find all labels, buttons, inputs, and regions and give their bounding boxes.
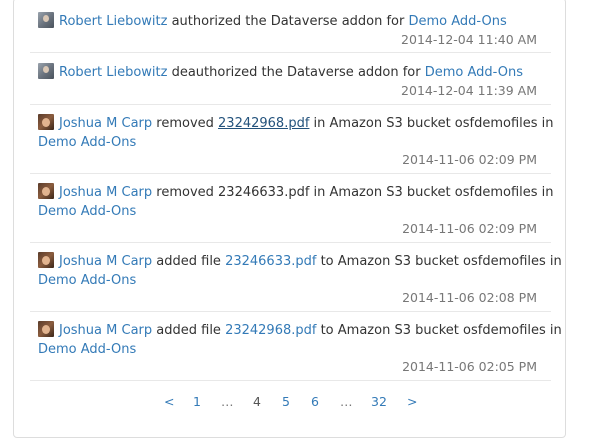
page-link-5[interactable]: 5 bbox=[282, 392, 290, 412]
project-link[interactable]: Demo Add-Ons bbox=[38, 342, 136, 357]
file-link[interactable]: 23246633.pdf bbox=[225, 254, 316, 269]
log-text: Joshua M Carp added file 23242968.pdf to… bbox=[38, 321, 562, 340]
log-text-cont: Demo Add-Ons bbox=[38, 202, 539, 221]
log-item: Joshua M Carp removed 23242968.pdf in Am… bbox=[30, 105, 554, 174]
user-avatar-icon[interactable] bbox=[38, 12, 54, 28]
log-action: added file bbox=[152, 323, 226, 338]
page-link-32[interactable]: 32 bbox=[371, 392, 387, 412]
user-link[interactable]: Joshua M Carp bbox=[59, 254, 152, 269]
user-avatar-icon[interactable] bbox=[38, 114, 54, 130]
log-text: Robert Liebowitz deauthorized the Datave… bbox=[38, 63, 539, 82]
log-action: to Amazon S3 bucket osfdemofiles in bbox=[316, 254, 562, 269]
log-action: removed 23246633.pdf in Amazon S3 bucket… bbox=[152, 185, 554, 200]
next-page-button[interactable]: > bbox=[407, 392, 417, 412]
pagination-ellipsis: … bbox=[221, 394, 234, 409]
page-link-6[interactable]: 6 bbox=[311, 392, 319, 412]
prev-page-button[interactable]: < bbox=[164, 392, 174, 412]
user-avatar-icon[interactable] bbox=[38, 321, 54, 337]
timestamp: 2014-11-06 02:09 PM bbox=[402, 221, 537, 236]
timestamp: 2014-12-04 11:40 AM bbox=[401, 32, 537, 47]
log-item: Joshua M Carp added file 23242968.pdf to… bbox=[30, 312, 562, 381]
log-text: Joshua M Carp removed 23242968.pdf in Am… bbox=[38, 114, 554, 133]
timestamp: 2014-12-04 11:39 AM bbox=[401, 83, 537, 98]
user-link[interactable]: Robert Liebowitz bbox=[59, 65, 167, 80]
file-link[interactable]: 23242968.pdf bbox=[218, 116, 309, 131]
log-text-cont: Demo Add-Ons bbox=[38, 340, 539, 359]
log-item: Robert Liebowitz deauthorized the Datave… bbox=[30, 53, 551, 105]
log-action: in Amazon S3 bucket osfdemofiles in bbox=[309, 116, 554, 131]
project-link[interactable]: Demo Add-Ons bbox=[38, 273, 136, 288]
log-action: removed bbox=[152, 116, 219, 131]
user-avatar-icon[interactable] bbox=[38, 252, 54, 268]
pagination-ellipsis: … bbox=[340, 394, 353, 409]
log-text: Joshua M Carp removed 23246633.pdf in Am… bbox=[38, 183, 554, 202]
log-text: Joshua M Carp added file 23246633.pdf to… bbox=[38, 252, 562, 271]
timestamp: 2014-11-06 02:08 PM bbox=[402, 290, 537, 305]
project-link[interactable]: Demo Add-Ons bbox=[425, 65, 523, 80]
log-action: added file bbox=[152, 254, 226, 269]
user-avatar-icon[interactable] bbox=[38, 183, 54, 199]
page-link-1[interactable]: 1 bbox=[193, 392, 201, 412]
log-action: deauthorized the Dataverse addon for bbox=[167, 65, 425, 80]
project-link[interactable]: Demo Add-Ons bbox=[38, 204, 136, 219]
file-link[interactable]: 23242968.pdf bbox=[225, 323, 316, 338]
pagination: < 1 … 4 5 6 … 32 > bbox=[0, 392, 597, 412]
project-link[interactable]: Demo Add-Ons bbox=[409, 14, 507, 29]
log-text-cont: Demo Add-Ons bbox=[38, 271, 539, 290]
log-action: authorized the Dataverse addon for bbox=[167, 14, 409, 29]
log-text: Robert Liebowitz authorized the Datavers… bbox=[38, 12, 539, 31]
timestamp: 2014-11-06 02:05 PM bbox=[402, 359, 537, 374]
log-item: Robert Liebowitz authorized the Datavers… bbox=[30, 8, 551, 53]
user-link[interactable]: Joshua M Carp bbox=[59, 185, 152, 200]
user-link[interactable]: Joshua M Carp bbox=[59, 323, 152, 338]
user-link[interactable]: Joshua M Carp bbox=[59, 116, 152, 131]
timestamp: 2014-11-06 02:09 PM bbox=[402, 152, 537, 167]
log-item: Joshua M Carp added file 23246633.pdf to… bbox=[30, 243, 562, 312]
log-item: Joshua M Carp removed 23246633.pdf in Am… bbox=[30, 174, 554, 243]
user-avatar-icon[interactable] bbox=[38, 63, 54, 79]
log-action: to Amazon S3 bucket osfdemofiles in bbox=[316, 323, 562, 338]
project-link[interactable]: Demo Add-Ons bbox=[38, 135, 136, 150]
user-link[interactable]: Robert Liebowitz bbox=[59, 14, 167, 29]
current-page: 4 bbox=[253, 394, 261, 409]
log-text-cont: Demo Add-Ons bbox=[38, 133, 539, 152]
